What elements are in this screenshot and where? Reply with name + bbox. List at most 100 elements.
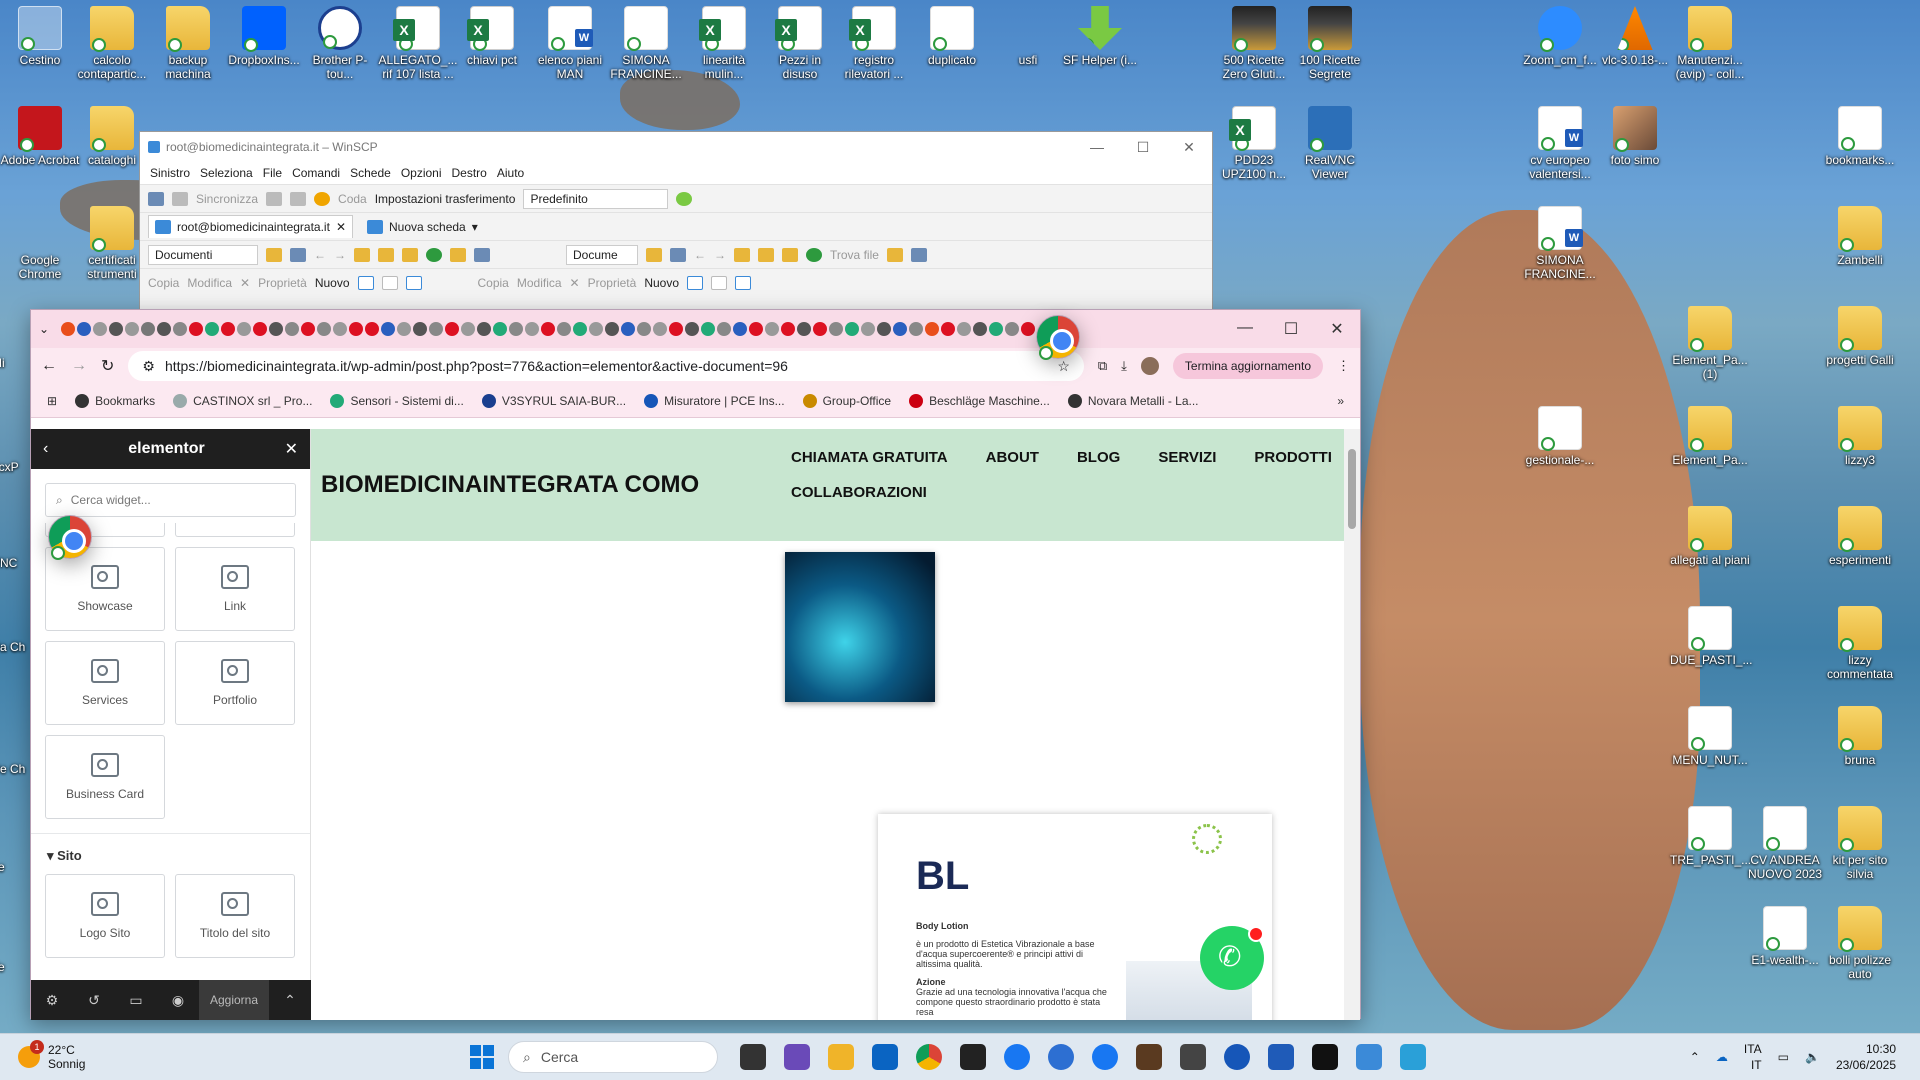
back-chevron-icon[interactable]: ‹ xyxy=(43,440,48,458)
nav-link[interactable]: BLOG xyxy=(1077,449,1120,466)
desktop-item[interactable]: cv europeo valentersi... xyxy=(1520,106,1600,181)
desktop-item[interactable]: PDD23 UPZ100 n... xyxy=(1214,106,1294,181)
left-copy-button[interactable]: Copia xyxy=(148,276,179,290)
tab-favicon[interactable] xyxy=(605,322,620,336)
desktop-item[interactable]: DUE_PASTI_... xyxy=(1670,606,1752,667)
file-explorer-icon[interactable] xyxy=(828,1044,854,1070)
minimize-icon[interactable]: — xyxy=(1222,319,1268,339)
desktop-item-partial[interactable]: 3cxP xyxy=(0,460,30,474)
tab-favicon[interactable] xyxy=(493,322,508,336)
bookmark-star-icon[interactable]: ☆ xyxy=(1057,358,1070,375)
menu-item[interactable]: Opzioni xyxy=(401,166,442,180)
tab-new[interactable]: Nuova scheda ▾ xyxy=(367,219,478,234)
tab-favicon[interactable] xyxy=(365,322,380,336)
tab-favicon[interactable] xyxy=(909,322,924,336)
menu-item[interactable]: Comandi xyxy=(292,166,340,180)
tab-favicon[interactable] xyxy=(77,322,92,336)
terminal-icon[interactable] xyxy=(1312,1044,1338,1070)
compare-icon[interactable] xyxy=(148,191,164,206)
tab-favicon[interactable] xyxy=(669,322,684,336)
network-icon[interactable]: ▭ xyxy=(1778,1050,1789,1064)
desktop-item[interactable]: foto simo xyxy=(1595,106,1675,167)
tab-favicon[interactable] xyxy=(509,322,524,336)
task-view-icon[interactable] xyxy=(740,1044,766,1070)
filter-icon[interactable] xyxy=(290,247,306,262)
tab-favicon[interactable] xyxy=(685,322,700,336)
facebook-icon[interactable] xyxy=(1092,1044,1118,1070)
left-folder-select[interactable]: Documenti xyxy=(148,244,258,265)
section-sito[interactable]: ▾ Sito xyxy=(31,833,310,874)
tab-favicon[interactable] xyxy=(557,322,572,336)
tab-favicon[interactable] xyxy=(797,322,812,336)
tab-favicon[interactable] xyxy=(157,322,172,336)
desktop-item[interactable]: Google Chrome xyxy=(0,206,92,560)
refresh-icon[interactable] xyxy=(426,247,442,262)
tab-favicon[interactable] xyxy=(109,322,124,336)
update-button[interactable]: Termina aggiornamento xyxy=(1172,353,1323,379)
desktop-item[interactable]: Manutenzi... (avip) - coll... xyxy=(1670,6,1750,81)
extensions-icon[interactable]: ⧉ xyxy=(1098,358,1107,374)
tab-favicon[interactable] xyxy=(93,322,108,336)
back-arrow-icon[interactable]: ← xyxy=(314,248,326,262)
desktop-item[interactable]: TRE_PASTI_... xyxy=(1670,806,1751,867)
tab-favicon[interactable] xyxy=(141,322,156,336)
bookmark-item[interactable]: Bookmarks xyxy=(75,393,155,408)
left-edit-button[interactable]: Modifica xyxy=(187,276,232,290)
nav-link[interactable]: CHIAMATA GRATUITA xyxy=(791,449,948,466)
plus-icon[interactable] xyxy=(687,275,703,290)
tab-favicon[interactable] xyxy=(845,322,860,336)
transfer-settings-select[interactable]: Predefinito xyxy=(523,188,669,209)
desktop-item[interactable]: 500 Ricette Zero Gluti... xyxy=(1214,6,1294,81)
sync-icon[interactable] xyxy=(172,191,188,206)
tab-favicon[interactable] xyxy=(781,322,796,336)
minimize-icon[interactable]: — xyxy=(1074,139,1120,156)
delete-icon[interactable]: ✕ xyxy=(240,276,250,290)
forward-arrow-icon[interactable]: → xyxy=(71,357,87,375)
tab-favicon[interactable] xyxy=(381,322,396,336)
bookmark-item[interactable]: V3SYRUL SAIA-BUR... xyxy=(481,393,626,408)
news-app-icon[interactable] xyxy=(784,1044,810,1070)
tab-favicon[interactable] xyxy=(269,322,284,336)
widget-tile[interactable]: Portfolio xyxy=(175,641,295,725)
tab-favicon[interactable] xyxy=(589,322,604,336)
widget-tile[interactable]: Link xyxy=(175,547,295,631)
desktop-item[interactable]: usfi xyxy=(988,6,1080,360)
console-icon[interactable] xyxy=(266,191,283,206)
tab-favicon[interactable] xyxy=(701,322,716,336)
store-icon[interactable] xyxy=(1136,1044,1162,1070)
home-icon[interactable] xyxy=(402,247,418,262)
desktop-item-partial[interactable]: Mi xyxy=(0,356,30,370)
tab-favicon[interactable] xyxy=(61,322,76,336)
tab-favicon[interactable] xyxy=(893,322,908,336)
tab-favicon[interactable] xyxy=(189,322,204,336)
desktop-item[interactable]: linearità mulin... xyxy=(684,6,764,81)
desktop-item-partial[interactable]: Pe Ch xyxy=(0,762,30,776)
open-folder-icon[interactable] xyxy=(646,247,662,262)
desktop-item[interactable]: E1-wealth-... xyxy=(1745,906,1825,967)
tab-favicon[interactable] xyxy=(573,322,588,336)
tab-favicon[interactable] xyxy=(173,322,188,336)
desktop-item[interactable]: duplicato xyxy=(912,6,992,67)
tab-favicon[interactable] xyxy=(333,322,348,336)
widget-search-input[interactable]: ⌕ Cerca widget... xyxy=(45,483,296,517)
queue-button[interactable]: Coda xyxy=(338,192,367,206)
view-icon[interactable] xyxy=(474,247,490,262)
open-folder-icon[interactable] xyxy=(266,247,282,262)
forward-arrow-icon[interactable]: → xyxy=(714,248,726,262)
close-tab-icon[interactable]: ✕ xyxy=(336,220,346,234)
home-icon[interactable] xyxy=(782,247,798,262)
clock[interactable]: 10:30 23/06/2025 xyxy=(1836,1041,1896,1073)
widget-tile[interactable]: Logo Sito xyxy=(45,874,165,958)
desktop-item-partial[interactable]: VNC xyxy=(0,556,30,570)
chrome-taskbar-icon[interactable] xyxy=(916,1044,942,1070)
maximize-icon[interactable]: ☐ xyxy=(1120,139,1166,156)
desktop-item[interactable]: registro rilevatori ... xyxy=(834,6,914,81)
apps-grid-icon[interactable]: ⊞ xyxy=(47,394,57,408)
desktop-item[interactable]: calcolo contapartic... xyxy=(72,6,152,81)
tab-favicon[interactable] xyxy=(285,322,300,336)
desktop-item[interactable]: RealVNC Viewer xyxy=(1290,106,1370,181)
tab-favicon[interactable] xyxy=(765,322,780,336)
tab-favicon[interactable] xyxy=(541,322,556,336)
tab-favicon[interactable] xyxy=(429,322,444,336)
desktop-item[interactable]: esperimenti xyxy=(1820,506,1900,567)
